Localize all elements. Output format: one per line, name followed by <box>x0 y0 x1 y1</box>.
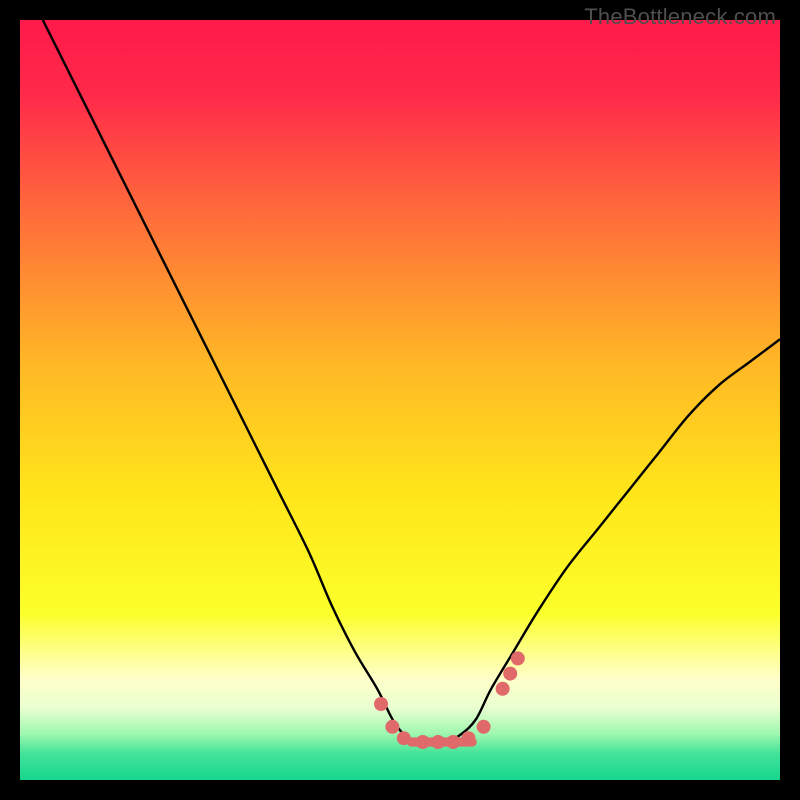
gradient-background <box>20 20 780 780</box>
highlight-dot <box>503 667 517 681</box>
watermark-text: TheBottleneck.com <box>584 4 776 30</box>
bottleneck-chart <box>20 20 780 780</box>
highlight-dot <box>374 697 388 711</box>
highlight-dot <box>461 731 475 745</box>
highlight-dot <box>385 720 399 734</box>
highlight-dot <box>416 735 430 749</box>
highlight-dot <box>431 735 445 749</box>
highlight-dot <box>496 682 510 696</box>
chart-frame <box>20 20 780 780</box>
highlight-dot <box>446 735 460 749</box>
highlight-dot <box>511 651 525 665</box>
highlight-dot <box>477 720 491 734</box>
highlight-dot <box>397 731 411 745</box>
